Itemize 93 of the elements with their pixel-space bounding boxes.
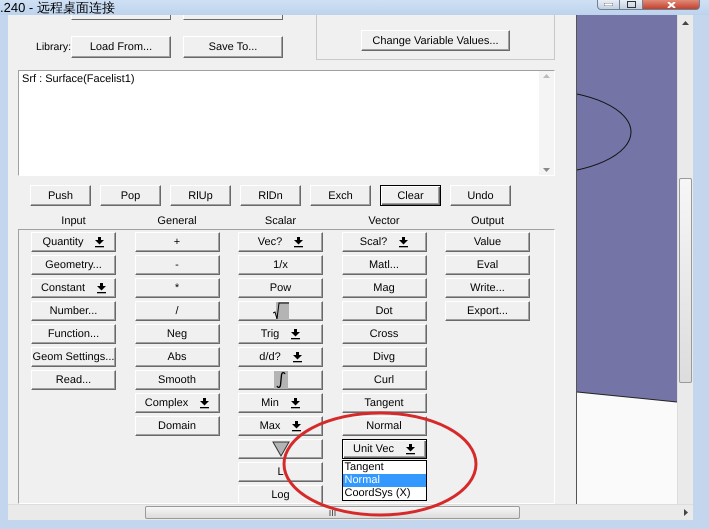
column-heading: Vector <box>367 215 401 227</box>
dropdown-button[interactable]: Complex <box>134 393 220 413</box>
down-arrow-icon <box>95 236 104 248</box>
function-button[interactable]: * <box>134 278 220 298</box>
list-option[interactable]: CoordSys (X) <box>342 487 426 500</box>
change-variable-values-button[interactable]: Change Variable Values... <box>361 30 510 51</box>
function-button[interactable]: Divg <box>342 347 426 367</box>
scroll-up-icon <box>682 21 689 25</box>
maximize-button[interactable] <box>620 0 643 10</box>
triangle-button[interactable] <box>238 439 323 459</box>
cut-off-button[interactable] <box>183 15 283 20</box>
horizontal-scrollbar[interactable] <box>8 504 693 520</box>
function-button[interactable]: Dot <box>342 301 426 321</box>
down-arrow-icon <box>399 236 408 248</box>
function-button[interactable]: Normal <box>342 416 426 436</box>
dropdown-button[interactable]: Vec? <box>238 232 323 252</box>
down-arrow-icon <box>294 236 304 248</box>
dropdown-button[interactable]: Max <box>238 416 323 436</box>
function-button[interactable]: Curl <box>342 370 426 390</box>
dropdown-button[interactable]: Scal? <box>342 232 426 252</box>
down-arrow-icon <box>292 352 302 362</box>
function-button[interactable]: - <box>134 255 220 275</box>
triangle-icon <box>272 441 290 457</box>
function-button[interactable]: 1/x <box>238 255 323 275</box>
function-button[interactable]: Export... <box>445 301 530 321</box>
close-icon <box>666 2 676 8</box>
function-button[interactable]: Log <box>238 485 323 503</box>
function-button[interactable]: Neg <box>134 324 220 344</box>
function-button[interactable]: Pow <box>238 278 323 298</box>
function-button[interactable]: / <box>134 301 220 321</box>
list-option[interactable]: Tangent <box>342 461 426 474</box>
function-button[interactable]: Eval <box>445 255 530 275</box>
maximize-icon <box>626 1 636 8</box>
dropdown-button[interactable]: Min <box>238 393 323 413</box>
square-root-button[interactable] <box>238 301 323 321</box>
stack-button[interactable]: Exch <box>310 185 371 206</box>
minimize-icon <box>604 3 613 6</box>
library-button[interactable]: Save To... <box>183 36 283 58</box>
stack-button[interactable]: Undo <box>450 185 511 206</box>
down-arrow-icon <box>97 282 106 294</box>
window-title: .240 - 远程桌面连接 <box>0 0 115 15</box>
down-arrow-icon <box>290 398 300 408</box>
expression-field[interactable]: Srf : Surface(Facelist1) <box>19 71 539 175</box>
stack-button[interactable]: Clear <box>380 185 441 206</box>
scroll-right-icon <box>684 509 688 516</box>
function-button[interactable]: Domain <box>134 416 220 436</box>
integral-button[interactable] <box>238 370 323 390</box>
cut-off-button[interactable] <box>71 15 171 20</box>
function-button[interactable]: Geometry... <box>31 255 116 275</box>
function-button[interactable]: Abs <box>134 347 220 367</box>
square-root-icon <box>272 302 288 320</box>
dropdown-button[interactable]: Constant <box>31 278 116 298</box>
down-arrow-icon <box>291 328 300 340</box>
column-heading: General <box>156 215 198 227</box>
integral-icon <box>274 371 288 389</box>
down-arrow-icon <box>406 444 415 454</box>
scroll-up-icon <box>543 74 550 78</box>
library-label: Library: <box>36 41 72 53</box>
dropdown-button[interactable]: Quantity <box>31 232 116 252</box>
function-button[interactable]: Smooth <box>134 370 220 390</box>
scrollbar-thumb[interactable] <box>145 506 520 519</box>
dropdown-button[interactable]: Trig <box>238 324 323 344</box>
scroll-down-icon <box>543 168 550 172</box>
vertical-scrollbar[interactable] <box>539 71 554 175</box>
function-button[interactable]: Function... <box>31 324 116 344</box>
function-button[interactable]: Write... <box>445 278 530 298</box>
function-button[interactable]: Read... <box>31 370 116 390</box>
stack-button[interactable]: Push <box>30 185 91 206</box>
function-button[interactable]: Number... <box>31 301 116 321</box>
stack-button[interactable]: RlUp <box>170 185 231 206</box>
column-heading: Scalar <box>264 215 298 227</box>
grip-icon <box>329 510 336 516</box>
function-button[interactable]: Geom Settings... <box>31 347 116 367</box>
function-button[interactable]: Tangent <box>342 393 426 413</box>
close-button[interactable] <box>643 0 700 10</box>
function-button[interactable]: Matl... <box>342 255 426 275</box>
stack-button[interactable]: Pop <box>100 185 161 206</box>
stack-button[interactable]: RlDn <box>240 185 301 206</box>
function-button[interactable]: Value <box>445 232 530 252</box>
function-button[interactable]: Mag <box>342 278 426 298</box>
column-heading: Input <box>60 215 87 227</box>
down-arrow-icon <box>200 398 210 408</box>
dropdown-button[interactable]: d/d? <box>238 347 323 367</box>
function-button[interactable]: Cross <box>342 324 426 344</box>
library-button[interactable]: Load From... <box>71 36 171 58</box>
down-arrow-icon <box>292 420 302 432</box>
scrollbar-thumb[interactable] <box>679 178 692 383</box>
function-button[interactable]: L <box>238 462 323 482</box>
minimize-button[interactable] <box>597 0 620 10</box>
vertical-scrollbar[interactable] <box>677 15 693 504</box>
function-button[interactable]: + <box>134 232 220 252</box>
column-heading: Output <box>470 215 506 227</box>
dropdown-button[interactable]: Unit Vec <box>342 439 426 459</box>
